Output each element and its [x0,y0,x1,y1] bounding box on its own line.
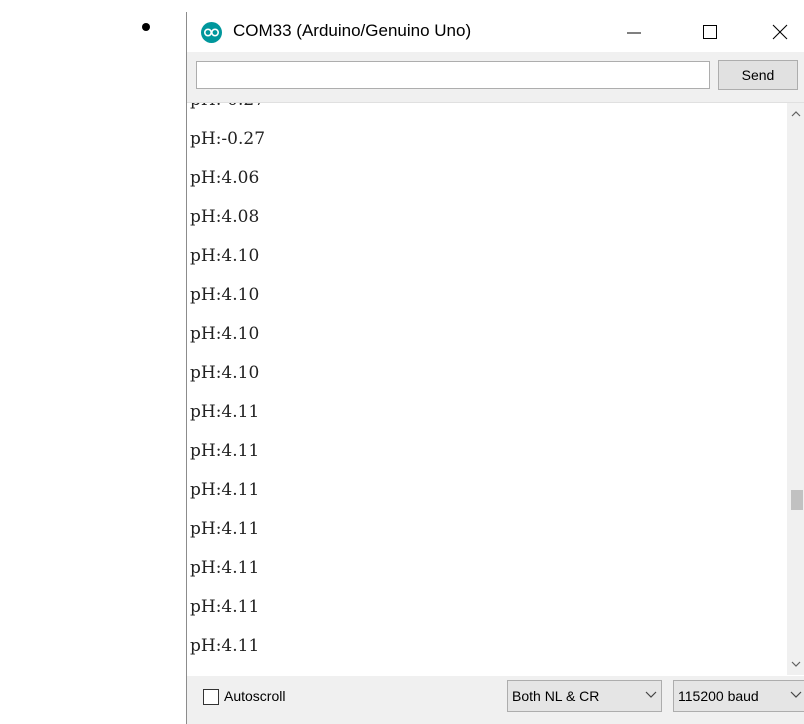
send-input[interactable] [196,61,710,89]
output-line: pH:4.10 [190,246,260,266]
output-line: pH:4.10 [190,363,260,383]
output-line: pH:4.11 [190,441,260,461]
send-button[interactable]: Send [718,60,798,90]
output-lines: pH:-0.27 pH:-0.27 pH:4.06 pH:4.08 pH:4.10 pH:… [190,103,266,676]
close-icon [772,24,788,40]
output-line: pH:4.11 [190,480,260,500]
close-button[interactable] [757,12,803,52]
minimize-icon [627,32,641,34]
output-line: pH:4.11 [190,597,260,617]
status-bar: Autoscroll Both NL & CR 115200 baud [187,676,804,724]
scroll-up-button[interactable] [787,103,804,125]
minimize-button[interactable] [611,12,657,52]
output-line: pH:-0.27 [190,129,266,149]
line-ending-value: Both NL & CR [512,688,600,704]
output-line: pH:4.08 [190,207,260,227]
chevron-down-icon [645,691,657,698]
maximize-button[interactable] [687,12,733,52]
output-line: pH:4.10 [190,324,260,344]
output-line: pH:4.11 [190,636,260,656]
baud-rate-select[interactable]: 115200 baud [673,680,804,712]
chevron-down-icon [790,691,802,698]
title-bar[interactable]: COM33 (Arduino/Genuino Uno) [187,12,804,52]
scroll-down-button[interactable] [787,653,804,675]
serial-monitor-window: COM33 (Arduino/Genuino Uno) Send pH:-0.2… [186,12,804,724]
maximize-icon [703,25,717,39]
vertical-scrollbar[interactable] [787,103,804,675]
arduino-icon [201,22,222,43]
output-line: pH:4.11 [190,519,260,539]
output-line: pH:4.06 [190,168,260,188]
chevron-up-icon [791,111,801,117]
autoscroll-label[interactable]: Autoscroll [224,688,285,704]
output-line: pH:4.11 [190,402,260,422]
output-line: pH:4.11 [190,558,260,578]
output-line: pH:4.11 [190,666,265,676]
send-toolbar: Send [187,52,804,102]
output-line: pH:-0.27 [190,103,265,120]
baud-rate-value: 115200 baud [678,688,759,704]
scroll-thumb[interactable] [791,490,803,510]
output-line: pH:4.10 [190,285,260,305]
serial-output[interactable]: pH:-0.27 pH:-0.27 pH:4.06 pH:4.08 pH:4.10 pH:… [187,102,804,676]
line-ending-select[interactable]: Both NL & CR [507,680,662,712]
list-bullet [142,23,150,31]
window-title: COM33 (Arduino/Genuino Uno) [233,21,472,40]
autoscroll-checkbox[interactable] [203,689,219,705]
chevron-down-icon [791,661,801,667]
